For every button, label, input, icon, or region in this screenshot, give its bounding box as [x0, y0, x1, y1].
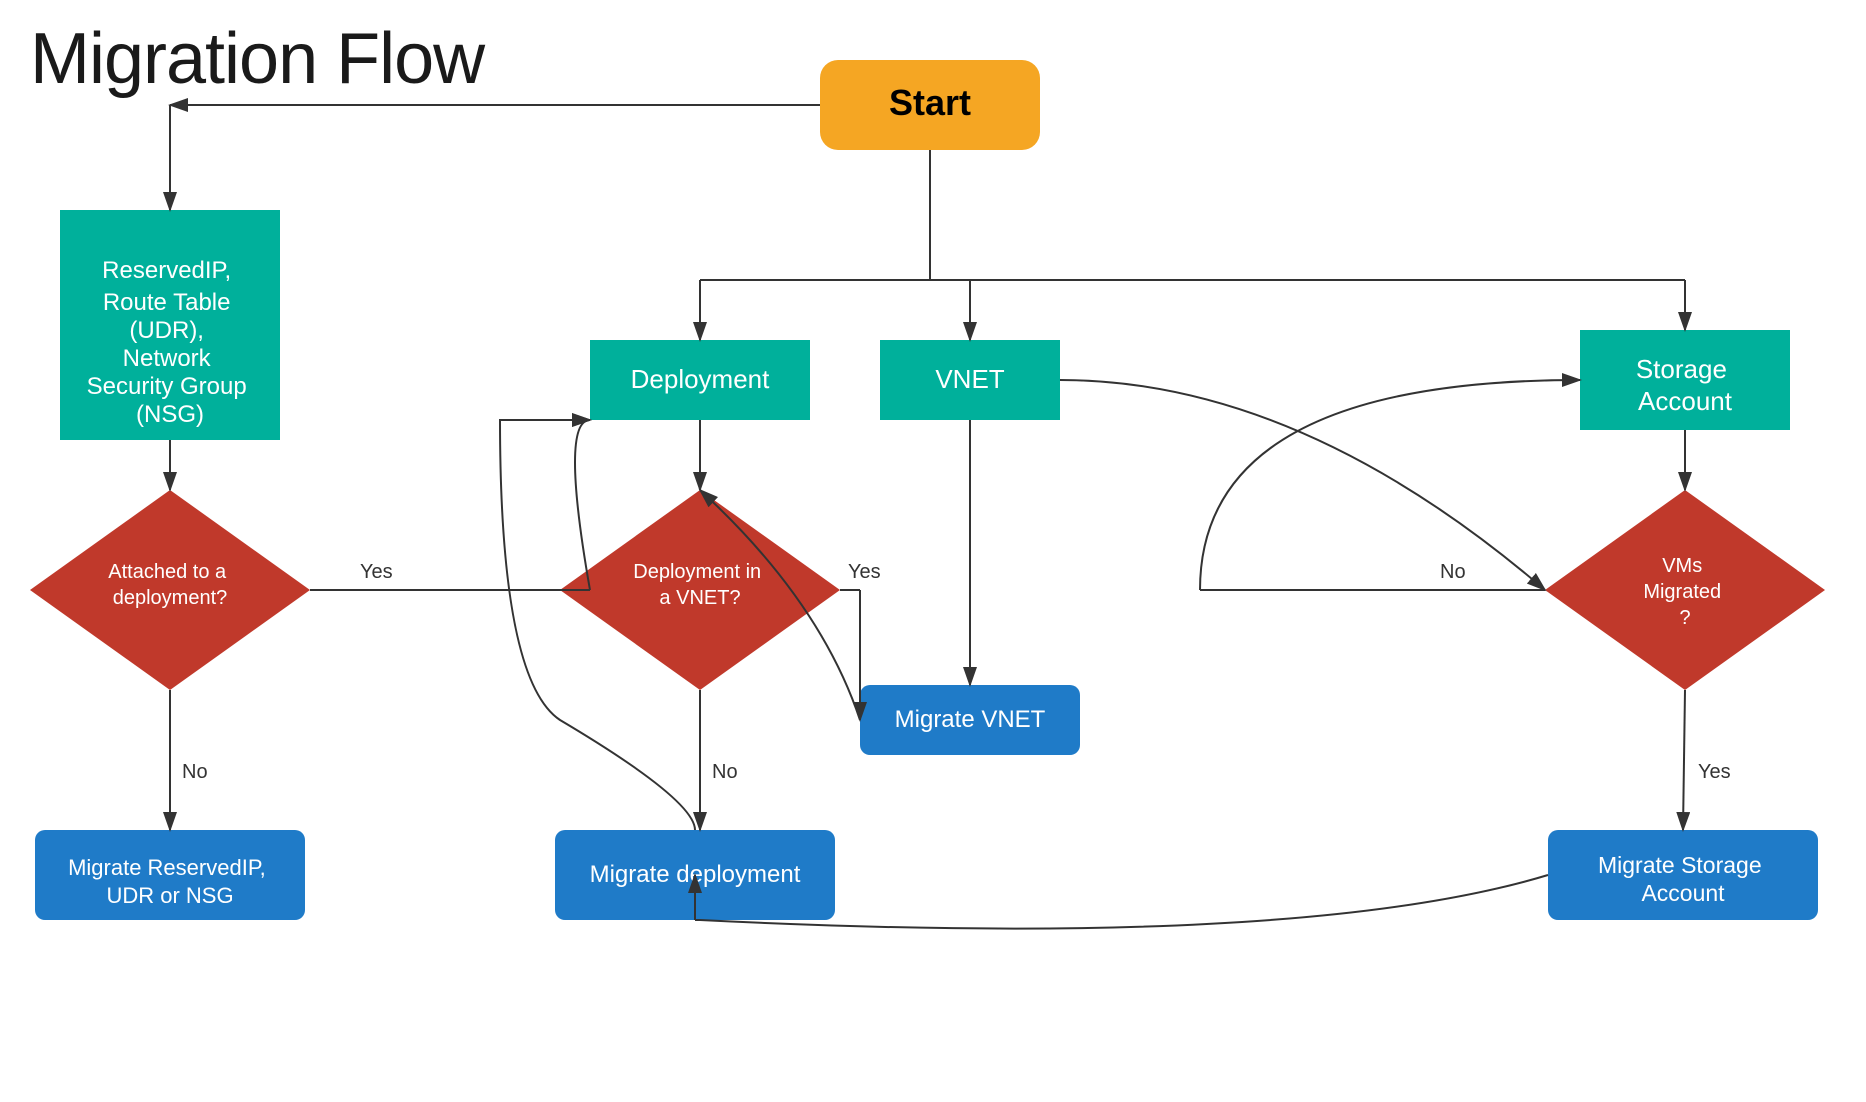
deployment-node: Deployment: [590, 340, 810, 420]
storage-account-node: Storage Account: [1580, 330, 1790, 430]
svg-text:No: No: [1440, 561, 1466, 583]
migrate-reservedip-node: Migrate ReservedIP, UDR or NSG: [35, 830, 305, 920]
svg-text:Migrate VNET: Migrate VNET: [895, 706, 1046, 733]
svg-text:VNET: VNET: [935, 364, 1004, 394]
vms-migrated-diamond: VMs Migrated ?: [1545, 490, 1825, 690]
migrate-storage-node: Migrate Storage Account: [1548, 830, 1818, 920]
svg-text:Deployment: Deployment: [631, 364, 771, 394]
vnet-node: VNET: [880, 340, 1060, 420]
attached-diamond: Attached to a deployment?: [30, 490, 310, 690]
migrate-vnet-node: Migrate VNET: [860, 685, 1080, 755]
svg-text:Start: Start: [889, 82, 971, 123]
deployment-vnet-diamond: Deployment in a VNET?: [560, 490, 840, 690]
svg-text:No: No: [182, 761, 208, 783]
reservedip-node: ReservedIP, Route Table (UDR), Network S…: [60, 210, 280, 440]
svg-text:Yes: Yes: [360, 561, 393, 583]
svg-text:No: No: [712, 761, 738, 783]
start-node: Start: [820, 60, 1040, 150]
svg-text:Yes: Yes: [1698, 761, 1731, 783]
svg-text:Yes: Yes: [848, 561, 881, 583]
